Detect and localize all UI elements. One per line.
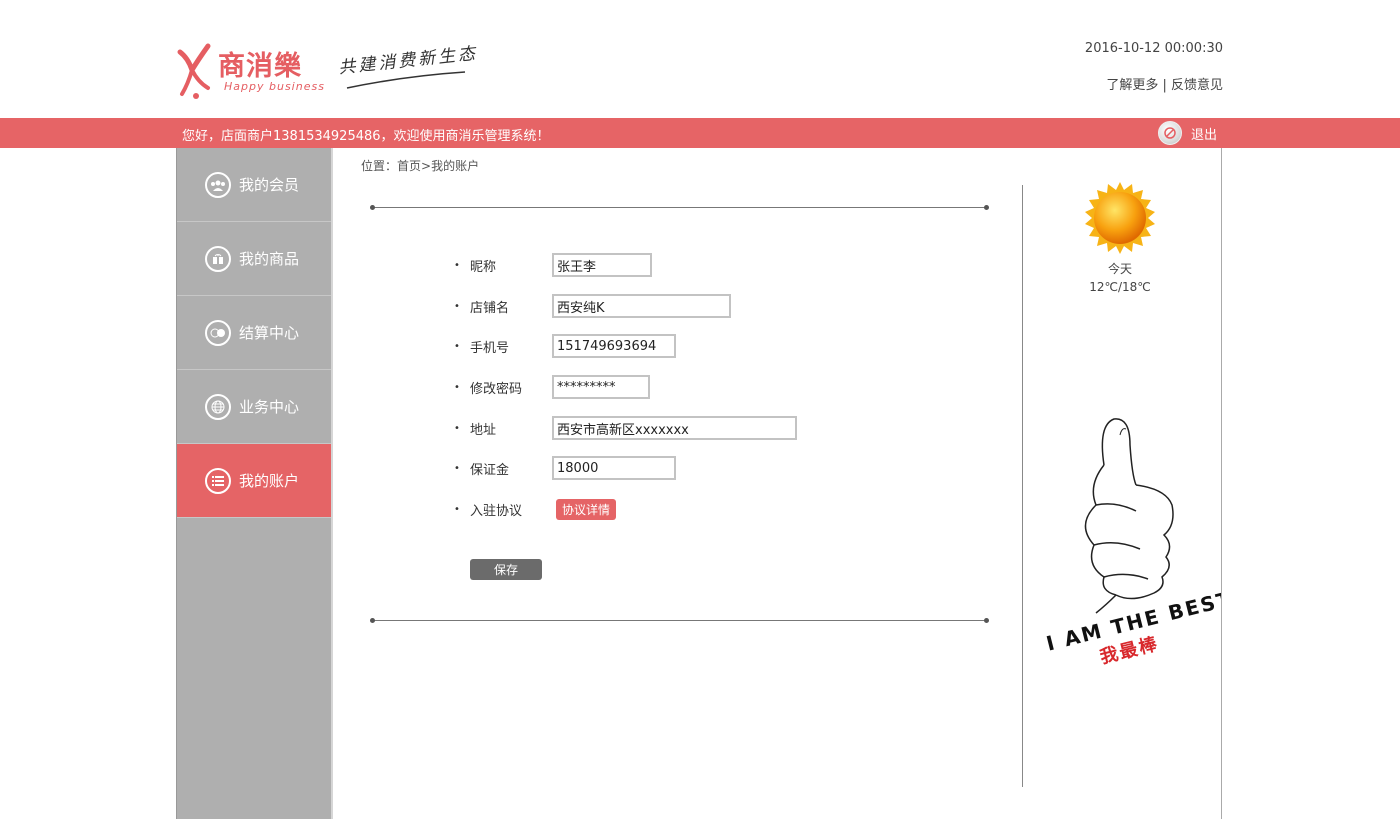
bullet: •	[454, 259, 460, 271]
shop-name-input[interactable]	[552, 294, 731, 318]
sidebar: 我的会员 我的商品 结算中心 业务中心 我的账户	[176, 148, 333, 819]
sidebar-item-label: 业务中心	[239, 398, 300, 416]
welcome-message: 您好，店面商户1381534925486，欢迎使用商消乐管理系统！	[182, 129, 550, 144]
bullet: •	[454, 503, 460, 515]
shop-name-label: 店铺名	[470, 300, 510, 316]
bullet: •	[454, 422, 460, 434]
bullet: •	[454, 340, 460, 352]
address-label: 地址	[470, 422, 497, 438]
form-row-deposit: • 保证金	[454, 456, 676, 480]
sidebar-item-account[interactable]: 我的账户	[177, 444, 331, 518]
save-button[interactable]: 保存	[470, 559, 542, 580]
breadcrumb-separator: >	[421, 159, 432, 173]
logo-subtitle: Happy business	[224, 80, 325, 93]
sidebar-item-members[interactable]: 我的会员	[177, 148, 331, 222]
phone-label: 手机号	[470, 340, 510, 356]
breadcrumb-home[interactable]: 首页	[397, 159, 421, 173]
breadcrumb: 位置：首页>我的账户	[361, 157, 479, 174]
sidebar-item-label: 我的商品	[239, 250, 300, 268]
nickname-input[interactable]	[552, 253, 652, 277]
form-row-phone: • 手机号	[454, 334, 676, 358]
money-icon	[205, 319, 231, 346]
globe-icon	[205, 393, 231, 420]
nickname-label: 昵称	[470, 259, 497, 275]
content-right-border	[1221, 148, 1222, 819]
weather-day: 今天	[1107, 262, 1132, 276]
sidebar-item-products[interactable]: 我的商品	[177, 222, 331, 296]
form-row-shop-name: • 店铺名	[454, 294, 731, 318]
sidebar-item-business[interactable]: 业务中心	[177, 370, 331, 444]
top-bar: 您好，店面商户1381534925486，欢迎使用商消乐管理系统！ 退出	[0, 118, 1400, 148]
gift-icon	[205, 245, 231, 272]
feedback-link[interactable]: 反馈意见	[1171, 78, 1223, 93]
breadcrumb-prefix: 位置：	[361, 159, 398, 173]
divider-top	[370, 205, 989, 210]
header: 商消樂 Happy business 共建消费新生态 2016-10-12 00…	[0, 0, 1400, 118]
sun-icon	[1085, 182, 1155, 254]
list-icon	[205, 467, 231, 494]
sidebar-item-settlement[interactable]: 结算中心	[177, 296, 331, 370]
slogan-underline	[346, 71, 466, 89]
sidebar-item-label: 结算中心	[239, 324, 300, 342]
divider-vertical	[1022, 185, 1023, 787]
address-input[interactable]	[552, 416, 797, 440]
form-row-agreement: • 入驻协议 协议详情	[454, 497, 617, 521]
bullet: •	[454, 462, 460, 474]
sidebar-item-label: 我的会员	[239, 176, 300, 194]
form-row-password: • 修改密码	[454, 375, 650, 399]
bullet: •	[454, 381, 460, 393]
bullet: •	[454, 300, 460, 312]
agreement-details-button[interactable]: 协议详情	[556, 498, 617, 520]
thumbs-up-illustration: I AM THE BEST 我最棒	[1044, 418, 1221, 665]
datetime: 2016-10-12 00:00:30	[1084, 41, 1223, 56]
deposit-input[interactable]	[552, 456, 676, 480]
divider-bottom	[370, 618, 989, 623]
agreement-label: 入驻协议	[470, 503, 523, 519]
learn-more-link[interactable]: 了解更多 |	[1106, 78, 1171, 93]
weather-widget: 今天 12℃/18℃	[1080, 180, 1160, 296]
weather-temperature: 12℃/18℃	[1089, 280, 1151, 294]
logout-button[interactable]: 退出	[1158, 121, 1217, 145]
logout-label: 退出	[1191, 127, 1218, 143]
logout-icon	[1158, 121, 1182, 145]
logo-text: 商消樂	[218, 51, 302, 82]
password-label: 修改密码	[470, 381, 523, 397]
thumbs-up-icon	[1084, 418, 1174, 614]
form-row-address: • 地址	[454, 416, 797, 440]
password-input[interactable]	[552, 375, 650, 399]
breadcrumb-current: 我的账户	[431, 159, 480, 173]
top-links: 了解更多 | 反馈意见	[1106, 74, 1223, 93]
phone-input[interactable]	[552, 334, 676, 358]
form-row-nickname: • 昵称	[454, 253, 652, 277]
members-icon	[205, 171, 231, 198]
deposit-label: 保证金	[470, 462, 510, 478]
sidebar-item-label: 我的账户	[239, 472, 300, 490]
